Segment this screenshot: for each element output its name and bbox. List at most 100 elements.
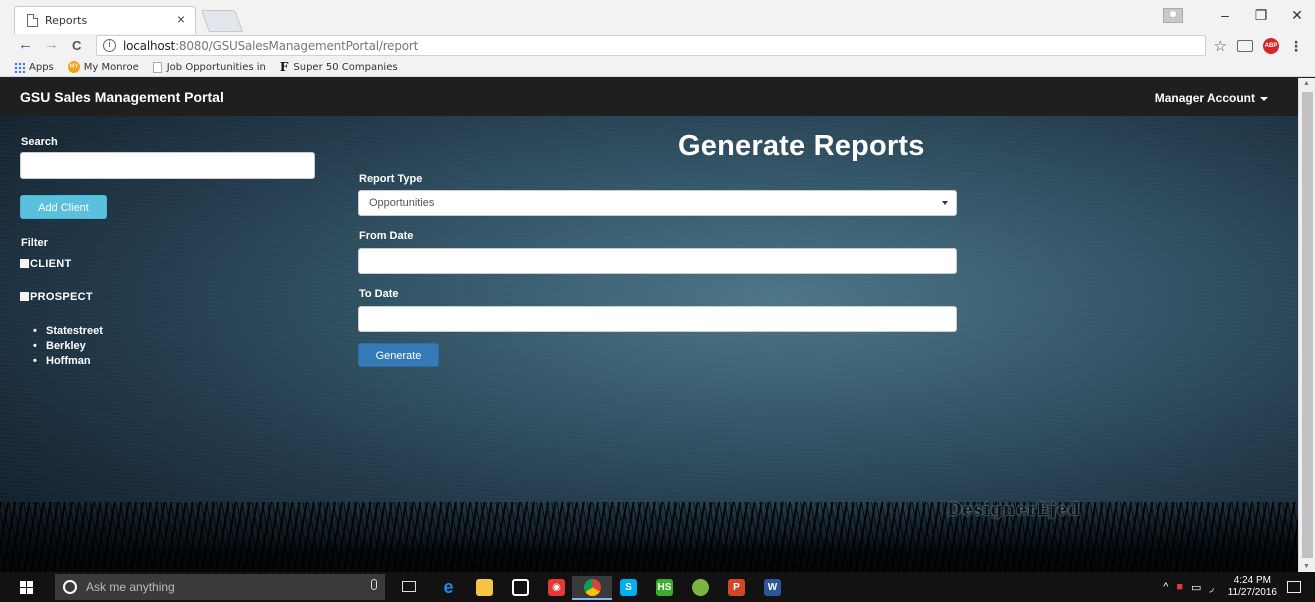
edge-icon: e — [443, 577, 454, 597]
clock-time: 4:24 PM — [1233, 575, 1271, 586]
report-type-select[interactable]: Opportunities — [358, 190, 957, 216]
forward-arrow-icon[interactable]: → — [44, 36, 59, 53]
tab-close-icon[interactable]: × — [177, 11, 185, 27]
from-date-label: From Date — [359, 230, 414, 242]
scroll-down-icon[interactable]: ▼ — [1303, 563, 1310, 570]
url-path: :8080/GSUSalesManagementPortal/report — [175, 39, 419, 53]
adblock-icon[interactable]: ABP — [1263, 38, 1279, 54]
back-arrow-icon[interactable]: ← — [18, 36, 33, 53]
top-navbar: GSU Sales Management Portal Manager Acco… — [0, 78, 1298, 116]
powerpoint-icon: P — [728, 579, 745, 596]
designer-watermark: DesignerEjed — [947, 500, 1081, 520]
browser-menu-icon[interactable]: ⋮ — [1289, 38, 1303, 55]
store-icon — [512, 579, 529, 596]
filter-client[interactable]: CLIENT — [20, 258, 72, 270]
cortana-search-box[interactable]: Ask me anything — [55, 574, 385, 600]
new-tab-button[interactable] — [200, 10, 244, 32]
taskbar-app[interactable] — [572, 576, 612, 600]
generate-button[interactable]: Generate — [358, 343, 439, 367]
apps-grid-icon — [14, 61, 25, 73]
media-app-icon: ◉ — [548, 579, 565, 596]
green-app-icon — [692, 579, 709, 596]
report-type-label: Report Type — [359, 173, 423, 185]
list-item[interactable]: Hoffman — [33, 354, 103, 369]
cortana-placeholder: Ask me anything — [86, 580, 175, 594]
browser-tab-reports[interactable]: Reports × — [14, 6, 196, 34]
list-item[interactable]: Berkley — [33, 339, 103, 354]
restore-button[interactable]: ❐ — [1243, 7, 1279, 24]
report-type-value: Opportunities — [369, 197, 435, 209]
list-item[interactable]: Statestreet — [33, 324, 103, 339]
bookmark-apps[interactable]: Apps — [14, 61, 54, 73]
taskbar-clock[interactable]: 4:24 PM 11/27/2016 — [1228, 575, 1277, 599]
taskbar-app[interactable]: HS — [644, 576, 684, 600]
monroe-icon: MY — [67, 61, 80, 73]
skype-icon: S — [620, 579, 637, 596]
page-scrollbar[interactable]: ▲ ▼ — [1298, 78, 1315, 572]
minimize-button[interactable]: – — [1207, 7, 1243, 23]
profile-icon[interactable] — [1163, 7, 1183, 23]
forbes-icon: F — [279, 60, 289, 74]
task-view-icon[interactable] — [402, 581, 416, 592]
client-checkbox[interactable] — [20, 259, 29, 268]
word-icon: W — [764, 579, 781, 596]
windows-start-icon[interactable] — [20, 581, 33, 594]
file-explorer-icon — [476, 579, 493, 596]
address-url: localhost:8080/GSUSalesManagementPortal/… — [123, 39, 418, 53]
prospect-list: Statestreet Berkley Hoffman — [33, 324, 103, 369]
scrollbar-thumb[interactable] — [1302, 92, 1313, 558]
toolbar-actions: ☆ ABP ⋮ — [1214, 37, 1303, 56]
address-bar[interactable]: i localhost:8080/GSUSalesManagementPorta… — [96, 35, 1206, 56]
battery-icon[interactable]: ▭ — [1191, 581, 1201, 594]
taskbar-app[interactable]: e — [428, 576, 468, 600]
taskbar-app[interactable]: P — [716, 576, 756, 600]
bookmark-super-50[interactable]: F Super 50 Companies — [280, 60, 398, 74]
info-icon[interactable]: i — [103, 39, 116, 52]
filter-label: Filter — [21, 237, 48, 249]
chrome-icon — [584, 579, 601, 596]
windows-taskbar: Ask me anything e ◉ S HS P W ^ ■ ▭ ◞ 4:24 PM … — [0, 572, 1315, 602]
brand-link[interactable]: GSU Sales Management Portal — [20, 89, 224, 105]
scroll-up-icon[interactable]: ▲ — [1303, 80, 1310, 87]
url-host: localhost — [123, 39, 176, 53]
page-title: Generate Reports — [678, 130, 925, 162]
wifi-icon[interactable]: ◞ — [1209, 581, 1213, 594]
bookmark-job-opportunities[interactable]: Job Opportunities in — [152, 61, 266, 73]
taskbar-app[interactable] — [680, 576, 720, 600]
browser-toolbar: ← → C i localhost:8080/GSUSalesManagemen… — [0, 34, 1315, 58]
background-grass — [0, 502, 1298, 572]
prospect-checkbox[interactable] — [20, 292, 29, 301]
cast-icon[interactable] — [1237, 40, 1253, 52]
document-icon — [27, 14, 38, 27]
search-label: Search — [21, 136, 58, 148]
taskbar-app[interactable]: ◉ — [536, 576, 576, 600]
system-tray: ^ ■ ▭ ◞ 4:24 PM 11/27/2016 — [1163, 572, 1315, 602]
reload-icon[interactable]: C — [72, 38, 81, 53]
search-input[interactable] — [20, 152, 315, 179]
bookmark-star-icon[interactable]: ☆ — [1214, 37, 1227, 55]
dropdown-arrow-icon — [942, 201, 948, 205]
to-date-input[interactable] — [358, 306, 957, 332]
tray-app-icon[interactable]: ■ — [1176, 581, 1183, 593]
filter-prospect[interactable]: PROSPECT — [20, 291, 93, 303]
window-controls: – ❐ ✕ — [1163, 0, 1315, 30]
page-viewport: GSU Sales Management Portal Manager Acco… — [0, 78, 1298, 572]
clock-date: 11/27/2016 — [1227, 587, 1277, 598]
cortana-icon — [63, 580, 77, 594]
action-center-icon[interactable] — [1287, 581, 1301, 593]
page-icon — [152, 61, 162, 73]
taskbar-app[interactable] — [464, 576, 504, 600]
taskbar-app[interactable]: S — [608, 576, 648, 600]
from-date-input[interactable] — [358, 248, 957, 274]
tab-title: Reports — [45, 14, 88, 27]
browser-tab-strip: Reports × – ❐ ✕ — [0, 0, 1315, 34]
account-dropdown[interactable]: Manager Account — [1155, 91, 1268, 105]
taskbar-app[interactable]: W — [752, 576, 792, 600]
microphone-icon[interactable] — [371, 579, 377, 590]
close-window-button[interactable]: ✕ — [1279, 7, 1315, 24]
bookmark-my-monroe[interactable]: MY My Monroe — [67, 61, 139, 73]
taskbar-app[interactable] — [500, 576, 540, 600]
add-client-button[interactable]: Add Client — [20, 195, 107, 219]
tray-overflow-icon[interactable]: ^ — [1163, 581, 1168, 593]
caret-down-icon — [1260, 96, 1268, 101]
